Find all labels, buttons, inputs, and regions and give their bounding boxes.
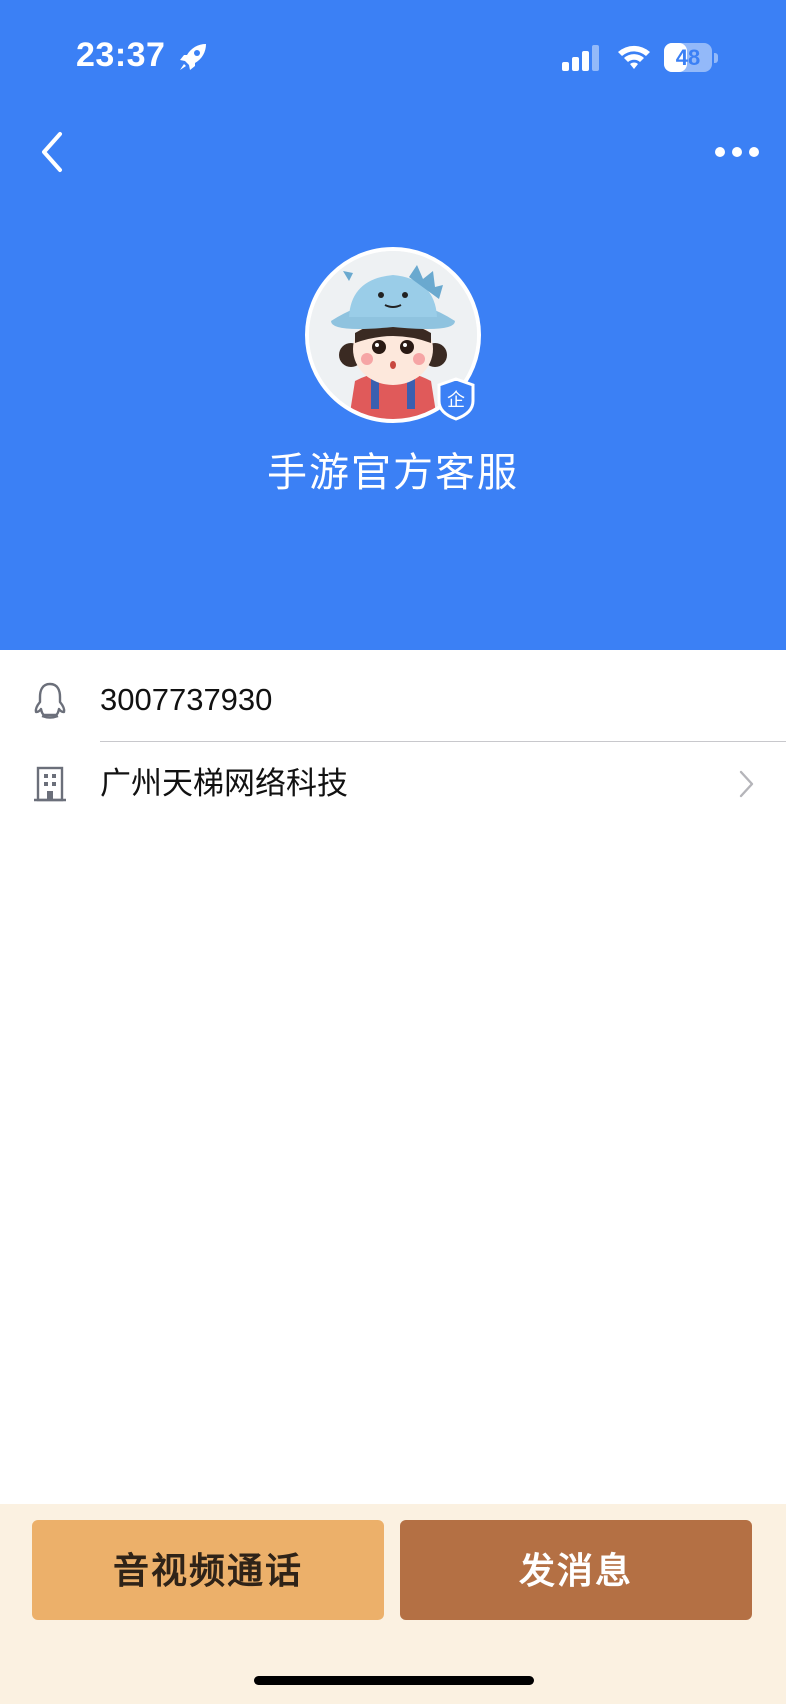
back-button[interactable] [30, 124, 78, 180]
battery-level: 48 [675, 45, 701, 70]
status-time: 23:37 [76, 36, 166, 74]
more-button[interactable] [706, 130, 770, 174]
rocket-icon [180, 44, 206, 70]
company-name: 广州天梯网络科技 [100, 766, 348, 801]
battery-icon: 48 [664, 43, 718, 72]
send-message-button[interactable]: 发消息 [400, 1520, 752, 1620]
company-row[interactable]: 广州天梯网络科技 [0, 742, 786, 826]
enterprise-badge-text: 企 [447, 390, 465, 411]
qq-penguin-icon [34, 682, 66, 719]
signal-icon [562, 45, 599, 71]
more-dots-icon [715, 147, 759, 157]
home-indicator[interactable] [254, 1676, 534, 1685]
building-icon [34, 766, 66, 802]
chevron-left-icon [42, 132, 62, 172]
qq-number-row[interactable]: 3007737930 [0, 658, 786, 742]
wifi-icon [618, 45, 650, 69]
chevron-right-icon [739, 770, 754, 798]
video-call-button[interactable]: 音视频通话 [32, 1520, 384, 1620]
enterprise-badge-icon: 企 [437, 377, 475, 421]
profile-name: 手游官方客服 [267, 451, 519, 495]
qq-number: 3007737930 [100, 682, 273, 717]
